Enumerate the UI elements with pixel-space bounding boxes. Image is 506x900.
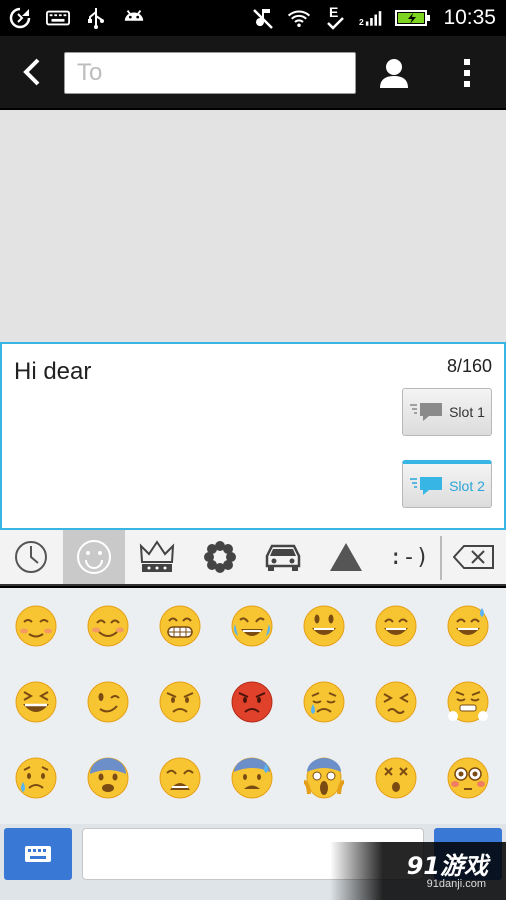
emoji-category-tabs: :-) xyxy=(0,530,506,586)
fearful-emoji-icon xyxy=(87,757,129,799)
keyboard-icon xyxy=(25,846,51,862)
tab-places[interactable] xyxy=(252,530,314,584)
action-bar xyxy=(0,36,506,110)
keyboard-icon xyxy=(46,6,70,30)
tab-symbols[interactable] xyxy=(315,530,377,584)
emoji-joy-button[interactable] xyxy=(216,588,288,664)
clock-icon xyxy=(15,541,47,573)
emoji-astonished-button[interactable] xyxy=(360,740,432,816)
tab-recent[interactable] xyxy=(0,530,62,584)
battery-icon xyxy=(395,6,431,30)
car-icon xyxy=(265,544,301,571)
status-bar: E 2 10:35 xyxy=(0,0,506,36)
rage-emoji-icon xyxy=(231,681,273,723)
watermark-url: 91danji.com xyxy=(426,878,486,890)
triangle-icon xyxy=(330,543,362,571)
emoji-persevere-button[interactable] xyxy=(360,664,432,740)
emoticon-label: :-) xyxy=(389,544,429,570)
send-message-icon xyxy=(410,476,443,495)
svg-text:E: E xyxy=(329,4,338,20)
send-slot1-button[interactable]: Slot 1 xyxy=(402,388,492,436)
emoji-triumph-button[interactable] xyxy=(432,664,504,740)
mute-icon xyxy=(251,6,275,30)
emoji-smiley-button[interactable] xyxy=(288,588,360,664)
triumph-emoji-icon xyxy=(447,681,489,723)
smile-emoji-icon xyxy=(375,605,417,647)
character-counter: 8/160 xyxy=(446,356,492,376)
persevere-emoji-icon xyxy=(375,681,417,723)
tab-divider xyxy=(440,536,442,580)
message-compose-box[interactable]: Hi dear 8/160 Slot 1 Slot 2 xyxy=(0,342,506,530)
tab-objects[interactable] xyxy=(126,530,188,584)
flower-icon xyxy=(204,541,236,573)
switch-keyboard-button[interactable] xyxy=(4,828,72,880)
sweat-smile-emoji-icon xyxy=(447,605,489,647)
contacts-button[interactable] xyxy=(374,54,414,92)
send-slot2-button[interactable]: Slot 2 xyxy=(402,460,492,508)
emoji-cold-sweat-button[interactable] xyxy=(216,740,288,816)
conversation-area xyxy=(0,110,506,342)
status-clock: 10:35 xyxy=(443,6,496,29)
message-text[interactable]: Hi dear xyxy=(14,358,91,386)
disappointed-relieved-emoji-icon xyxy=(15,757,57,799)
emoji-flushed-button[interactable] xyxy=(432,740,504,816)
svg-text:2: 2 xyxy=(359,17,364,27)
emoji-smile-button[interactable] xyxy=(360,588,432,664)
scream-emoji-icon xyxy=(303,757,345,799)
android-icon xyxy=(122,6,146,30)
emoji-rage-button[interactable] xyxy=(216,664,288,740)
emoji-grin-button[interactable] xyxy=(144,588,216,664)
wifi-icon xyxy=(287,6,311,30)
emoji-cry-button[interactable] xyxy=(288,664,360,740)
grin-emoji-icon xyxy=(159,605,201,647)
cold-sweat-emoji-icon xyxy=(231,757,273,799)
smiley-icon xyxy=(77,540,111,574)
astonished-emoji-icon xyxy=(375,757,417,799)
angry-emoji-icon xyxy=(159,681,201,723)
backspace-icon xyxy=(453,545,494,569)
recipient-input[interactable] xyxy=(64,52,356,94)
emoji-relaxed-button[interactable] xyxy=(0,588,72,664)
back-arrow-icon xyxy=(23,58,40,86)
cell-signal-icon: 2 xyxy=(359,6,383,30)
send-message-icon xyxy=(410,403,443,421)
laughing-emoji-icon xyxy=(15,681,57,723)
emoji-sweat-smile-button[interactable] xyxy=(432,588,504,664)
smiley-emoji-icon xyxy=(303,605,345,647)
joy-emoji-icon xyxy=(231,605,273,647)
emoji-scream-button[interactable] xyxy=(288,740,360,816)
edge-signal-icon: E xyxy=(323,4,347,30)
blush-emoji-icon xyxy=(87,605,129,647)
watermark: 91游戏 91danji.com xyxy=(330,842,506,900)
overflow-menu-button[interactable] xyxy=(452,54,482,92)
emoji-weary-button[interactable] xyxy=(144,740,216,816)
relaxed-emoji-icon xyxy=(15,605,57,647)
back-button[interactable] xyxy=(14,54,50,90)
emoji-fearful-button[interactable] xyxy=(72,740,144,816)
more-vert-icon xyxy=(464,59,470,87)
backspace-button[interactable] xyxy=(443,530,505,584)
tab-smileys[interactable] xyxy=(63,530,125,584)
person-icon xyxy=(380,59,408,88)
weary-emoji-icon xyxy=(159,757,201,799)
flushed-emoji-icon xyxy=(447,757,489,799)
crown-icon xyxy=(139,540,175,572)
slot1-label: Slot 1 xyxy=(449,404,485,420)
emoji-disappointed-relieved-button[interactable] xyxy=(0,740,72,816)
slot2-label: Slot 2 xyxy=(449,477,485,494)
emoji-grid xyxy=(0,588,506,824)
sync-icon xyxy=(8,6,32,30)
usb-icon xyxy=(84,6,108,30)
tab-nature[interactable] xyxy=(189,530,251,584)
tab-emoticons[interactable]: :-) xyxy=(378,530,440,584)
cry-emoji-icon xyxy=(303,681,345,723)
emoji-angry-button[interactable] xyxy=(144,664,216,740)
emoji-laughing-button[interactable] xyxy=(0,664,72,740)
watermark-logo: 91游戏 xyxy=(406,852,488,880)
emoji-wink-button[interactable] xyxy=(72,664,144,740)
wink-emoji-icon xyxy=(87,681,129,723)
emoji-blush-button[interactable] xyxy=(72,588,144,664)
